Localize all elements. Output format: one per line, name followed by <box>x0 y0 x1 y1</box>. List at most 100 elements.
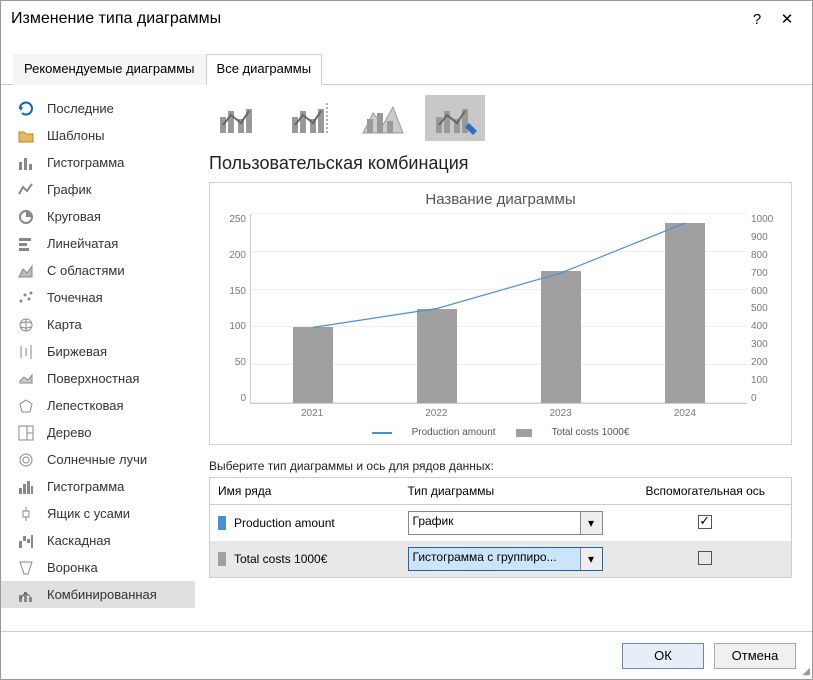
sidebar-item-pie[interactable]: Круговая <box>1 203 195 230</box>
series-name: Production amount <box>234 516 335 530</box>
chart-plot <box>250 214 747 404</box>
boxplot-icon <box>17 505 35 523</box>
legend-series-2: Total costs 1000€ <box>552 427 630 438</box>
sidebar-item-label: Каскадная <box>47 533 111 548</box>
combo-subtype-2[interactable] <box>281 95 341 141</box>
chart-legend: Production amount Total costs 1000€ <box>220 427 781 438</box>
sidebar-item-scatter[interactable]: Точечная <box>1 284 195 311</box>
waterfall-icon <box>17 532 35 550</box>
series-name: Total costs 1000€ <box>234 552 327 566</box>
ok-button[interactable]: ОК <box>622 643 704 669</box>
sidebar-item-label: Биржевая <box>47 344 107 359</box>
funnel-icon <box>17 559 35 577</box>
bar-icon <box>17 154 35 172</box>
sidebar-item-label: Точечная <box>47 290 103 305</box>
cancel-button[interactable]: Отмена <box>714 643 796 669</box>
sidebar-item-combo[interactable]: Комбинированная <box>1 581 195 608</box>
sidebar-item-label: Карта <box>47 317 82 332</box>
sidebar-item-map[interactable]: Карта <box>1 311 195 338</box>
sidebar-item-boxplot[interactable]: Ящик с усами <box>1 500 195 527</box>
sidebar-item-label: Гистограмма <box>47 155 124 170</box>
series-type-label: График <box>413 514 454 528</box>
recent-icon <box>17 100 35 118</box>
sidebar-item-line[interactable]: График <box>1 176 195 203</box>
chart-preview: Название диаграммы 250200150100500 10009… <box>209 182 792 445</box>
title-bar: Изменение типа диаграммы ? ✕ <box>1 1 812 37</box>
sidebar-item-folder[interactable]: Шаблоны <box>1 122 195 149</box>
sidebar-item-surface[interactable]: Поверхностная <box>1 365 195 392</box>
resize-grip[interactable]: ◢ <box>802 666 810 677</box>
map-icon <box>17 316 35 334</box>
folder-icon <box>17 127 35 145</box>
sidebar-item-recent[interactable]: Последние <box>1 95 195 122</box>
legend-bar-swatch <box>516 429 532 437</box>
sidebar-item-label: Поверхностная <box>47 371 139 386</box>
col-series-name: Имя ряда <box>210 478 400 505</box>
sidebar-item-treemap[interactable]: Дерево <box>1 419 195 446</box>
x-axis: 2021202220232024 <box>250 408 747 419</box>
chevron-down-icon[interactable]: ▾ <box>580 512 602 534</box>
sidebar-item-label: Комбинированная <box>47 587 157 602</box>
series-type-select[interactable]: График ▾ <box>408 511 603 535</box>
sidebar-item-hbar[interactable]: Линейчатая <box>1 230 195 257</box>
sidebar-item-label: Шаблоны <box>47 128 105 143</box>
col-secondary-axis: Вспомогательная ось <box>620 478 792 505</box>
area-icon <box>17 262 35 280</box>
hbar-icon <box>17 235 35 253</box>
sidebar-item-histogram[interactable]: Гистограмма <box>1 473 195 500</box>
sidebar-item-waterfall[interactable]: Каскадная <box>1 527 195 554</box>
sidebar-item-label: Дерево <box>47 425 91 440</box>
tab-all-charts[interactable]: Все диаграммы <box>206 54 323 85</box>
sidebar-item-label: График <box>47 182 91 197</box>
sidebar-item-funnel[interactable]: Воронка <box>1 554 195 581</box>
line-icon <box>17 181 35 199</box>
series-type-select[interactable]: Гистограмма с группиро...▾ <box>408 547 603 571</box>
scatter-icon <box>17 289 35 307</box>
series-row[interactable]: Production amount График ▾ <box>210 505 792 542</box>
sidebar-item-stock[interactable]: Биржевая <box>1 338 195 365</box>
tab-recommended[interactable]: Рекомендуемые диаграммы <box>13 54 206 85</box>
y-axis-secondary: 10009008007006005004003002001000 <box>747 214 781 404</box>
legend-line-swatch <box>372 432 392 434</box>
sidebar-item-label: Лепестковая <box>47 398 124 413</box>
series-swatch <box>218 552 226 566</box>
sidebar-item-radar[interactable]: Лепестковая <box>1 392 195 419</box>
pie-icon <box>17 208 35 226</box>
chart-subtypes-row <box>209 95 792 141</box>
sidebar-item-area[interactable]: С областями <box>1 257 195 284</box>
legend-series-1: Production amount <box>412 427 496 438</box>
dialog-title: Изменение типа диаграммы <box>11 10 221 28</box>
series-row[interactable]: Total costs 1000€ Гистограмма с группиро.… <box>210 541 792 578</box>
secondary-axis-checkbox[interactable] <box>698 551 712 565</box>
histogram-icon <box>17 478 35 496</box>
y-axis-primary: 250200150100500 <box>220 214 250 404</box>
sidebar-item-label: Линейчатая <box>47 236 118 251</box>
help-button[interactable]: ? <box>742 11 772 28</box>
sidebar-item-label: С областями <box>47 263 125 278</box>
dialog-footer: ОК Отмена ◢ <box>1 631 812 679</box>
combo-subtype-1[interactable] <box>209 95 269 141</box>
sidebar-item-label: Последние <box>47 101 114 116</box>
combo-subtype-3[interactable] <box>353 95 413 141</box>
sidebar-item-label: Солнечные лучи <box>47 452 147 467</box>
treemap-icon <box>17 424 35 442</box>
sidebar-item-bar[interactable]: Гистограмма <box>1 149 195 176</box>
sunburst-icon <box>17 451 35 469</box>
combo-icon <box>17 586 35 604</box>
sidebar-item-label: Ящик с усами <box>47 506 130 521</box>
sidebar-item-label: Воронка <box>47 560 98 575</box>
radar-icon <box>17 397 35 415</box>
surface-icon <box>17 370 35 388</box>
close-button[interactable]: ✕ <box>772 10 802 28</box>
chart-category-sidebar: Последние Шаблоны Гистограмма График Кругова… <box>1 85 195 618</box>
secondary-axis-checkbox[interactable] <box>698 515 712 529</box>
stock-icon <box>17 343 35 361</box>
sidebar-item-sunburst[interactable]: Солнечные лучи <box>1 446 195 473</box>
section-title: Пользовательская комбинация <box>209 153 792 174</box>
series-config-header: Выберите тип диаграммы и ось для рядов д… <box>209 459 792 473</box>
combo-subtype-custom[interactable] <box>425 95 485 141</box>
sidebar-item-label: Гистограмма <box>47 479 124 494</box>
tab-strip: Рекомендуемые диаграммы Все диаграммы <box>1 37 812 85</box>
col-chart-type: Тип диаграммы <box>400 478 620 505</box>
chevron-down-icon[interactable]: ▾ <box>580 548 602 570</box>
